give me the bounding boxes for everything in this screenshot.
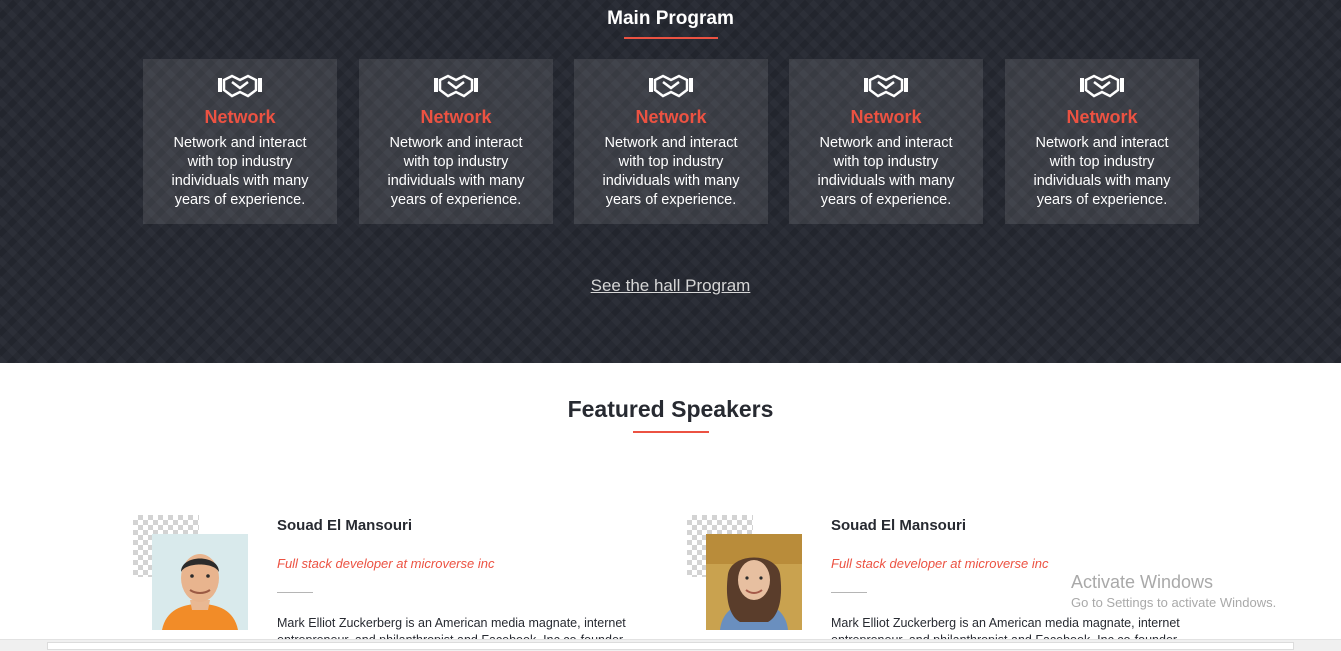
- card-title: Network: [204, 107, 276, 127]
- featured-speakers-title: Featured Speakers: [567, 396, 774, 422]
- program-card: Network Network and interact with top in…: [1005, 59, 1199, 224]
- speaker-role: Full stack developer at microverse inc: [277, 556, 495, 571]
- activate-windows-watermark: Activate Windows Go to Settings to activ…: [1071, 572, 1276, 610]
- card-text: Network and interact with top industry i…: [387, 135, 525, 208]
- speaker-photo: [152, 534, 248, 630]
- title-underline: [633, 431, 709, 433]
- handshake-icon: [1080, 74, 1124, 98]
- program-card: Network Network and interact with top in…: [143, 59, 337, 224]
- horizontal-scrollbar[interactable]: [0, 639, 1341, 651]
- card-title: Network: [850, 107, 922, 127]
- title-underline: [624, 37, 718, 39]
- main-program-title: Main Program: [607, 8, 734, 29]
- speaker-photo: [706, 534, 802, 630]
- main-program-section: Main Program Network Network and interac…: [0, 0, 1341, 363]
- handshake-icon: [218, 74, 262, 98]
- program-card: Network Network and interact with top in…: [574, 59, 768, 224]
- program-card: Network Network and interact with top in…: [359, 59, 553, 224]
- program-cards: Network Network and interact with top in…: [143, 59, 1199, 224]
- program-card: Network Network and interact with top in…: [789, 59, 983, 224]
- speaker-divider: [277, 592, 313, 593]
- watermark-title: Activate Windows: [1071, 572, 1214, 592]
- scrollbar-thumb[interactable]: [47, 642, 1294, 650]
- speaker-card: Souad El Mansouri Full stack developer a…: [133, 515, 653, 647]
- handshake-icon: [434, 74, 478, 98]
- card-title: Network: [1066, 107, 1138, 127]
- handshake-icon: [864, 74, 908, 98]
- card-title: Network: [420, 107, 492, 127]
- speaker-role: Full stack developer at microverse inc: [831, 556, 1049, 571]
- card-text: Network and interact with top industry i…: [1033, 135, 1171, 208]
- see-hall-program-link[interactable]: See the hall Program: [591, 276, 751, 295]
- watermark-subtitle: Go to Settings to activate Windows.: [1071, 595, 1277, 610]
- handshake-icon: [649, 74, 693, 98]
- speaker-divider: [831, 592, 867, 593]
- speaker-name: Souad El Mansouri: [277, 517, 413, 534]
- card-text: Network and interact with top industry i…: [171, 135, 309, 208]
- card-text: Network and interact with top industry i…: [602, 135, 740, 208]
- card-text: Network and interact with top industry i…: [817, 135, 955, 208]
- card-title: Network: [635, 107, 707, 127]
- speaker-name: Souad El Mansouri: [831, 517, 967, 534]
